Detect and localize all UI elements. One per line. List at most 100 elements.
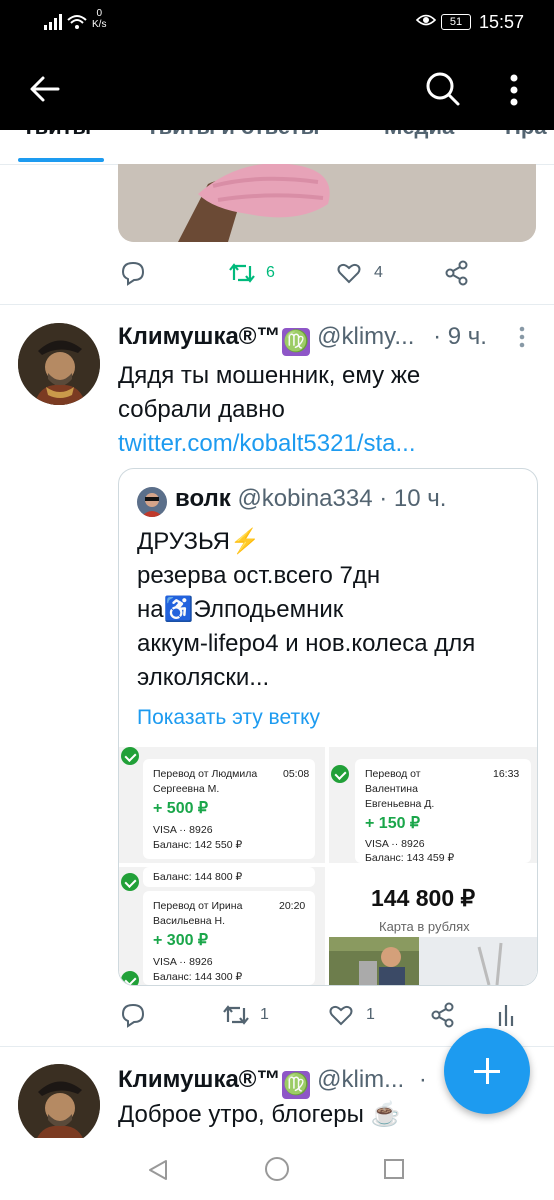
- author-name[interactable]: Климушка®™: [118, 323, 280, 350]
- search-icon[interactable]: [424, 70, 462, 108]
- eye-comfort-icon: [416, 14, 436, 26]
- transfer-sender-3: Евгеньевна Д.: [365, 798, 435, 810]
- transfer-card: Баланс: 144 800 ₽: [143, 867, 315, 887]
- heart-icon: [337, 263, 361, 284]
- tweet-link[interactable]: twitter.com/kobalt5321/sta...: [118, 427, 538, 461]
- tweet-time[interactable]: ·: [419, 1066, 427, 1093]
- analytics-icon: [498, 1005, 514, 1026]
- tweet-header: Климушка®™ ♍ @klimy... · 9 ч.: [118, 323, 487, 356]
- tab-tweets[interactable]: Твиты: [22, 130, 91, 140]
- quoted-media-grid[interactable]: Перевод от Людмила 05:08 Сергеевна М. + …: [119, 747, 537, 985]
- virgo-icon: ♍: [282, 1071, 311, 1099]
- author-handle[interactable]: @klimy...: [317, 323, 414, 350]
- author-handle[interactable]: @klim...: [317, 1066, 404, 1093]
- transfer-amount: + 150 ₽: [365, 815, 421, 832]
- profile-tabs: Твиты Твиты и ответы Медиа Нра: [0, 130, 554, 165]
- author-name[interactable]: Климушка®™: [118, 1066, 280, 1093]
- reply-button[interactable]: [120, 1002, 146, 1028]
- retweet-button[interactable]: 1: [222, 1002, 269, 1028]
- transfer-balance: Баланс: 144 800 ₽: [153, 871, 243, 883]
- quoted-tweet[interactable]: волк @kobina334 · 10 ч. ДРУЗЬЯ⚡ резерва …: [118, 468, 538, 986]
- avatar[interactable]: [18, 1064, 100, 1146]
- media-screenshot-2[interactable]: Перевод от 16:33 Валентина Евгеньевна Д.…: [329, 747, 537, 863]
- signal-icon: [44, 14, 87, 30]
- clock: 15:57: [479, 12, 525, 32]
- tweet-media-image[interactable]: [118, 164, 536, 242]
- transfer-sender: Перевод от: [365, 768, 421, 780]
- tweet-time[interactable]: · 9 ч.: [433, 323, 487, 350]
- wheelchair-photo: [329, 937, 537, 985]
- tweet-divider: [0, 304, 554, 305]
- transfer-card: Перевод от 16:33 Валентина Евгеньевна Д.…: [355, 759, 531, 863]
- retweet-icon: [229, 263, 255, 283]
- bank-check-icon: [121, 747, 139, 765]
- transfer-time: 16:33: [493, 768, 520, 780]
- more-options-icon[interactable]: [504, 70, 524, 110]
- transfer-sender: Перевод от Людмила: [153, 768, 258, 780]
- tweet-text: Дядя ты мошенник, ему же собрали давно t…: [118, 359, 538, 461]
- share-button[interactable]: [444, 260, 470, 286]
- bank-check-icon: [121, 873, 139, 891]
- media-screenshot-1[interactable]: Перевод от Людмила 05:08 Сергеевна М. + …: [119, 747, 325, 863]
- transfer-balance: Баланс: 144 300 ₽: [153, 971, 243, 983]
- network-speed-value: 0: [96, 8, 102, 19]
- share-icon: [431, 1002, 454, 1028]
- reply-icon: [121, 1003, 145, 1028]
- retweet-count: 6: [266, 264, 275, 281]
- media-screenshot-3[interactable]: Баланс: 144 800 ₽ Перевод от Ирина 20:20…: [119, 867, 325, 985]
- tab-tweets-and-replies[interactable]: Твиты и ответы: [146, 130, 319, 140]
- quoted-text-line: резерва ост.всего 7дн: [137, 562, 381, 589]
- transfer-time: 20:20: [279, 900, 306, 912]
- transfer-sender-2: Сергеевна М.: [153, 783, 220, 795]
- back-arrow-icon[interactable]: [28, 72, 62, 106]
- transfer-card: Перевод от Людмила 05:08 Сергеевна М. + …: [143, 759, 315, 859]
- active-tab-indicator: [18, 158, 104, 162]
- transfer-sender-2: Васильевна Н.: [153, 915, 226, 927]
- like-count: 4: [374, 264, 383, 281]
- nav-back-icon[interactable]: [146, 1158, 170, 1182]
- app-header: 0 K/s 51 15:57: [0, 0, 554, 130]
- like-button[interactable]: 1: [328, 1002, 375, 1028]
- share-button[interactable]: [430, 1002, 456, 1028]
- media-screenshot-4[interactable]: 144 800 ₽ Карта в рублях: [329, 867, 537, 985]
- quoted-text-line: ДРУЗЬЯ⚡: [137, 528, 260, 555]
- tab-media[interactable]: Медиа: [384, 130, 454, 140]
- transfer-sender: Перевод от Ирина: [153, 900, 243, 912]
- avatar[interactable]: [18, 323, 100, 405]
- nav-home-icon[interactable]: [264, 1156, 290, 1182]
- quoted-avatar[interactable]: [137, 487, 167, 517]
- tweet-menu-icon[interactable]: [512, 322, 532, 352]
- quoted-author-name: волк: [175, 485, 231, 512]
- tweet-text-line: Дядя ты мошенник, ему же: [118, 362, 421, 389]
- transfer-sender-2: Валентина: [365, 783, 418, 795]
- retweet-count: 1: [260, 1006, 269, 1023]
- transfer-time: 05:08: [283, 768, 310, 780]
- bank-check-icon: [121, 971, 139, 985]
- transfer-card-number: VISA ·· 8926: [365, 838, 425, 850]
- like-button[interactable]: 4: [336, 260, 383, 286]
- quoted-time: · 10 ч.: [379, 485, 447, 512]
- transfer-amount: + 500 ₽: [153, 800, 209, 817]
- quoted-text-line: на♿Элподьемник: [137, 596, 344, 623]
- retweet-button[interactable]: 6: [228, 260, 275, 286]
- retweet-icon: [223, 1005, 249, 1025]
- transfer-card: Перевод от Ирина 20:20 Васильевна Н. + 3…: [143, 891, 315, 985]
- quoted-header: волк @kobina334 · 10 ч.: [175, 485, 446, 513]
- tweet-text-line: собрали давно: [118, 396, 285, 423]
- show-thread-link[interactable]: Показать эту ветку: [137, 706, 320, 730]
- analytics-button[interactable]: [496, 1002, 516, 1028]
- reply-icon: [121, 261, 145, 286]
- nav-recents-icon[interactable]: [383, 1158, 405, 1180]
- compose-tweet-button[interactable]: [444, 1028, 530, 1114]
- reply-button[interactable]: [120, 260, 146, 286]
- quoted-text-line: аккум-lifepo4 и нов.колеса для: [137, 630, 476, 657]
- tab-likes[interactable]: Нра: [505, 130, 547, 140]
- network-speed: 0 K/s: [92, 8, 106, 30]
- virgo-icon: ♍: [282, 328, 311, 356]
- bank-check-icon: [331, 765, 349, 783]
- transfer-balance: Баланс: 142 550 ₽: [153, 839, 243, 851]
- system-nav-bar: [0, 1138, 554, 1200]
- heart-icon: [329, 1005, 353, 1026]
- share-icon: [445, 260, 468, 286]
- transfer-balance: Баланс: 143 459 ₽: [365, 852, 455, 863]
